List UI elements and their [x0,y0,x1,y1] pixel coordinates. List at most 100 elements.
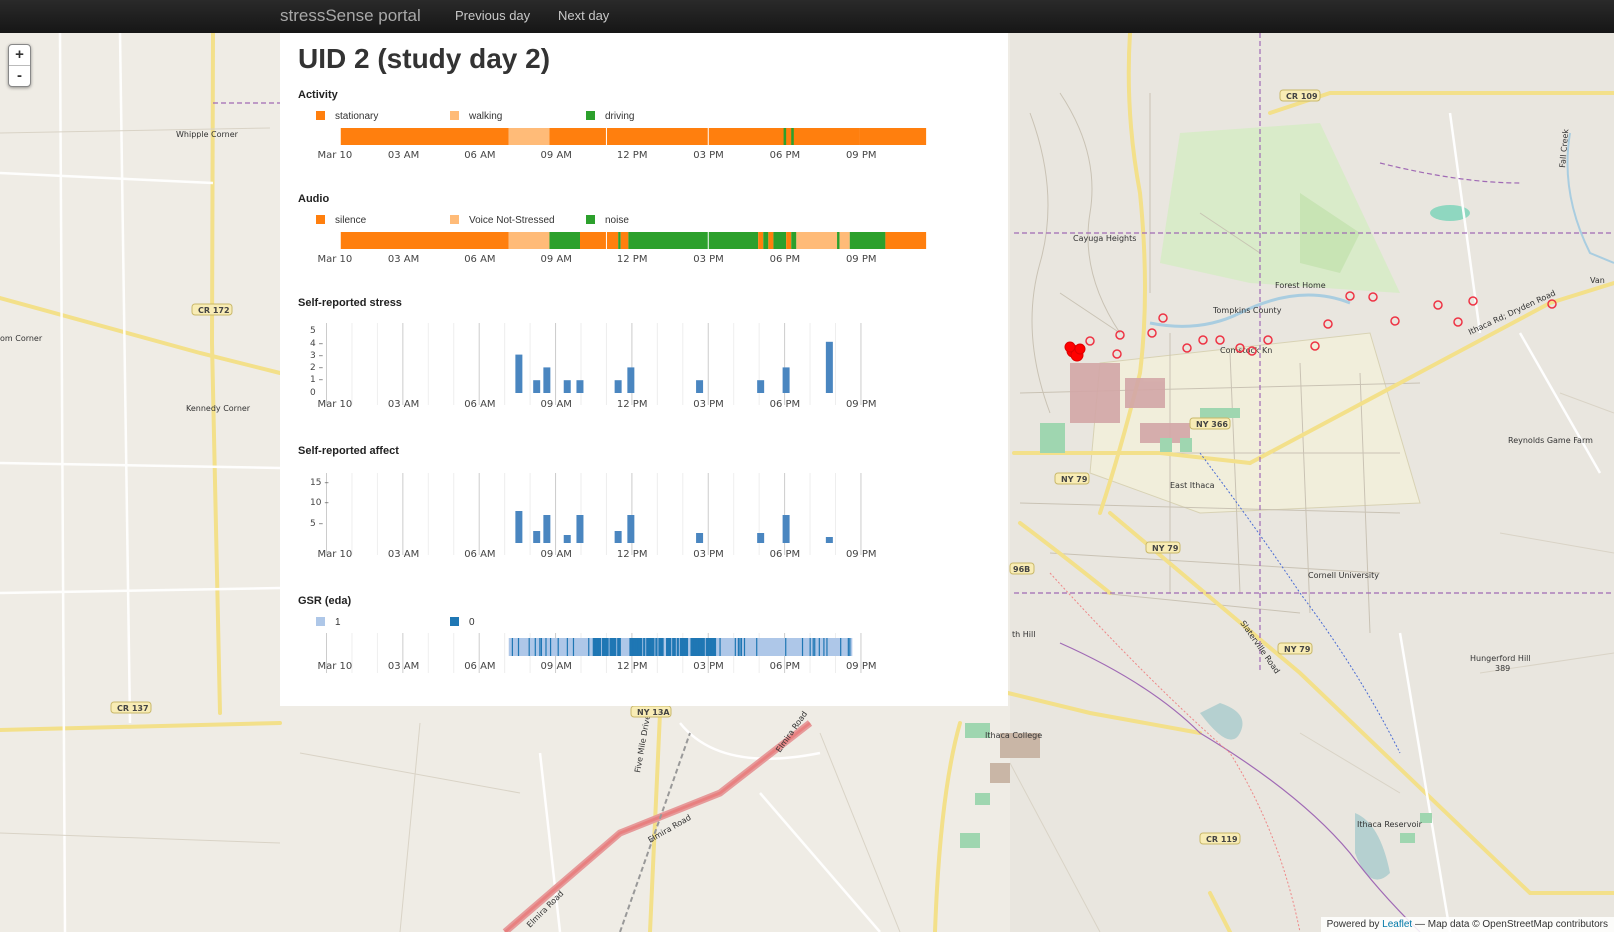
gsr-stripe [676,638,679,656]
legend-swatch [586,215,595,224]
x-tick-label: 09 AM [541,150,572,161]
bar [782,515,790,543]
map-label-ithaca-college: Ithaca College [985,731,1042,740]
gsr-stripe [588,638,590,656]
x-tick-label: 03 PM [693,399,724,410]
gsr-stripe [606,638,609,656]
timeline-segment [763,232,769,249]
gsr-stripe [809,638,811,656]
gsr-stripe [566,638,568,656]
legend-label: walking [469,111,503,122]
gsr-stripe [614,638,617,656]
gsr-title: GSR (eda) [298,595,352,607]
gsr-stripe [685,638,689,656]
x-tick-label: 06 AM [464,549,495,560]
gsr-stripe [540,638,543,656]
x-tick-label: 06 AM [464,399,495,410]
top-navbar: stressSense portal Previous day Next day [0,0,1614,33]
shield-ny366: NY 366 [1196,420,1228,429]
x-tick-label: 06 PM [770,399,801,410]
previous-day-link[interactable]: Previous day [455,8,530,23]
timeline-segment [796,232,838,249]
gsr-stripe [534,638,536,656]
map-label-kennedy: Kennedy Corner [186,404,251,413]
gsr-stripe [673,638,676,656]
map-label-east-ithaca: East Ithaca [1170,481,1215,490]
gsr-stripe [740,638,743,656]
bar [614,531,622,543]
audio-timeline: Mar 10 03 AM 06 AM 09 AM 12 PM 03 PM 06 PM 09 P… [318,232,927,265]
shield-cr119: CR 119 [1206,835,1238,844]
bar [782,367,790,393]
y-tick-label: 0 [310,388,316,398]
gsr-stripe [669,638,672,656]
activity-legend-driving: driving [586,111,634,122]
map-label-forest: Forest Home [1275,281,1326,290]
x-tick-label: 06 PM [770,661,801,672]
x-tick-label: 12 PM [617,549,648,560]
x-tick-label: 09 PM [846,399,877,410]
x-tick-label: Mar 10 [318,661,353,672]
y-tick-label: 5 [310,326,316,336]
bar [563,380,571,393]
timeline-segment [791,128,794,145]
next-day-link[interactable]: Next day [558,8,609,23]
x-tick-label: 03 PM [693,549,724,560]
map-label-corner-left: om Corner [0,334,43,343]
gsr-stripe [557,638,559,656]
activity-timeline: Mar 10 03 AM 06 AM 09 AM 12 PM 03 PM 06 PM 09 P… [318,128,927,161]
timeline-segment [783,128,787,145]
timeline-segment [508,232,550,249]
x-tick-label: 03 AM [388,150,419,161]
gsr-stripe [643,638,646,656]
timeline-segment [620,232,629,249]
gsr-stripe [818,638,820,656]
map-label-reynolds: Reynolds Game Farm [1508,436,1593,445]
map-label-cayuga: Cayuga Heights [1073,234,1136,243]
gsr-stripe [734,638,736,656]
gsr-legend-1: 1 [316,617,341,628]
bar [696,533,704,543]
timeline-segment [340,128,509,145]
timeline-segment [859,128,927,145]
timeline-segment [837,232,840,249]
gsr-stripe [739,638,741,656]
map-label-reservoir: Ithaca Reservoir [1357,820,1423,829]
y-tick-label: 3 – [310,351,324,361]
x-tick-label: 09 PM [846,549,877,560]
gsr-stripe [652,638,655,656]
audio-legend-silence: silence [316,215,366,226]
bar [576,380,584,393]
legend-swatch [450,617,459,626]
gsr-stripe [823,638,825,656]
x-tick-label: 06 AM [464,150,495,161]
bar [543,515,551,543]
brand-title[interactable]: stressSense portal [280,6,421,26]
x-tick-label: Mar 10 [318,254,353,265]
legend-label: Voice Not-Stressed [469,215,555,226]
shield-cr137: CR 137 [117,704,149,713]
legend-label: stationary [335,111,379,122]
bar [757,380,765,393]
bar [757,533,765,543]
gsr-stripe [598,638,602,656]
gsr-stripe [539,638,541,656]
x-tick-label: 06 PM [770,549,801,560]
leaflet-link[interactable]: Leaflet [1382,919,1412,930]
gsr-stripe [714,638,717,656]
attribution-prefix: Powered by [1326,919,1383,930]
zoom-out-button[interactable]: - [9,65,30,86]
page-title: UID 2 (study day 2) [298,43,551,74]
map-attribution: Powered by Leaflet — Map data © OpenStre… [1320,917,1614,932]
legend-label: 1 [335,617,341,628]
timeline-segment [580,232,619,249]
x-tick-label: 03 PM [693,150,724,161]
shield-ny13a: NY 13A [637,708,670,717]
y-tick-label: 2 – [310,363,324,373]
gsr-stripe [814,638,816,656]
timeline-segment [508,128,550,145]
activity-legend-stationary: stationary [316,111,378,122]
gsr-stripe [756,638,758,656]
map-label-comstock: Comstock Kn [1220,346,1272,355]
zoom-in-button[interactable]: + [9,45,30,65]
